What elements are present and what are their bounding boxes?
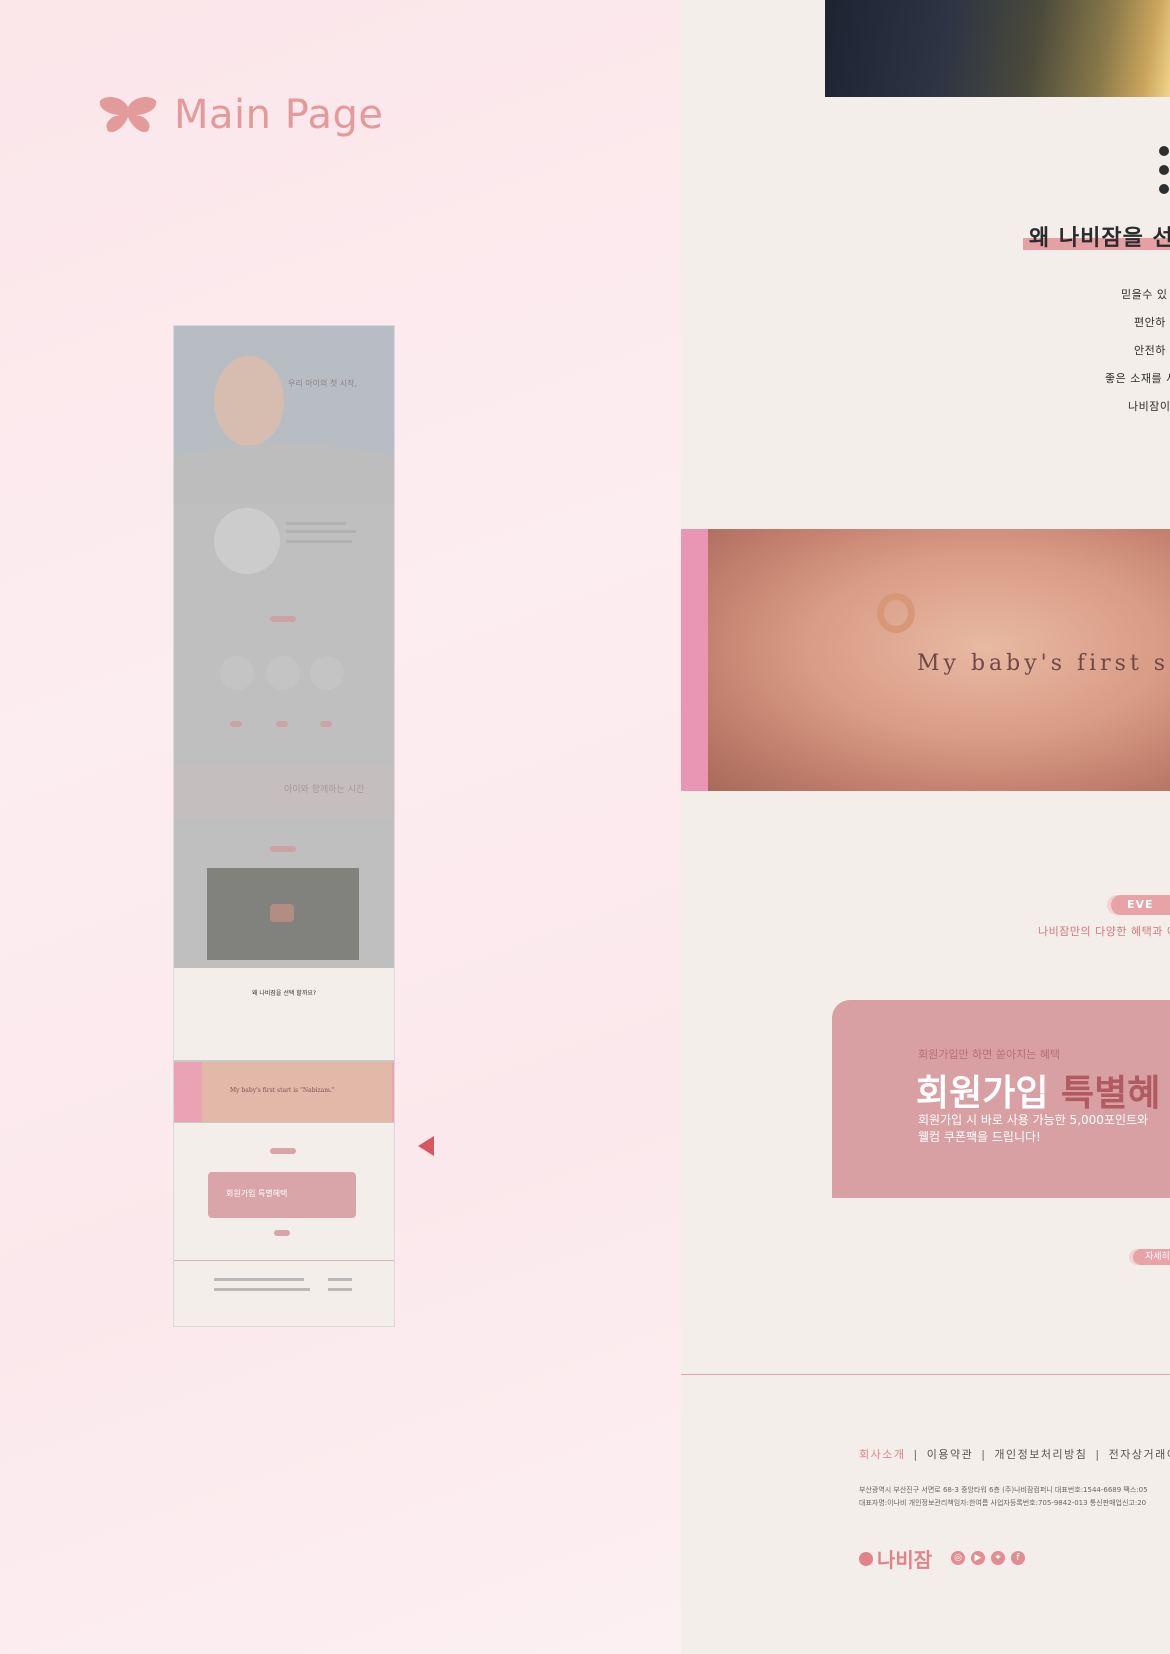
main-page-thumbnail[interactable]: 우리 아이의 첫 시작, 아이와 함께하는 시간 왜 나비잠을 선택 할까요? … [174, 326, 394, 1326]
vertical-dots-icon [1159, 146, 1170, 203]
page-title: Main Page [174, 92, 384, 138]
member-title-accent: 특별혜 [1061, 1073, 1161, 1114]
reason-item: 믿을수 있 [1121, 288, 1168, 301]
why-heading: 왜 나비잠을 선 [1023, 220, 1170, 251]
thumb-pill [274, 1230, 290, 1236]
detail-button[interactable]: 자세히 [1133, 1249, 1170, 1265]
reason-item: 안전하 [1134, 344, 1166, 357]
twitter-icon[interactable]: ✦ [991, 1551, 1005, 1565]
footer-logo[interactable]: 나비잠 [859, 1544, 932, 1573]
thumb-text-line [214, 1278, 304, 1281]
butterfly-icon [99, 97, 157, 133]
why-title: 왜 나비잠을 선 [1029, 226, 1170, 251]
event-subtitle: 나비잠만의 다양한 혜택과 이 [1038, 925, 1170, 938]
hands-banner: My baby's first s [681, 529, 1170, 791]
social-links: ◎ ▶ ✦ f [951, 1551, 1025, 1565]
video-photo [825, 0, 1170, 97]
member-title: 회원가입 특별혜 [916, 1064, 1160, 1116]
thumb-card-text: 회원가입 특별혜택 [226, 1189, 288, 1198]
thumb-text-line [214, 1288, 310, 1291]
thumb-pill [270, 1148, 296, 1154]
member-desc-line: 회원가입 시 바로 사용 가능한 5,000포인트와 [918, 1113, 1149, 1127]
thumb-cream-section [174, 968, 394, 1060]
youtube-icon[interactable]: ▶ [971, 1551, 985, 1565]
reason-item: 좋은 소재를 사 [1105, 372, 1170, 385]
right-panel: 왜 나비잠을 선 믿을수 있 편안하 안전하 좋은 소재를 사 나비잠이 My … [681, 0, 1170, 1654]
footer-link-ecommerce[interactable]: 전자상거래이 [1109, 1448, 1170, 1461]
footer-links: 회사소개|이용약관|개인정보처리방침|전자상거래이 [859, 1446, 1170, 1462]
member-title-main: 회원가입 [916, 1073, 1062, 1114]
member-desc-line: 웰컴 쿠폰팩을 드립니다! [918, 1130, 1041, 1144]
footer-info: 부산광역시 부산진구 서면로 68-3 중앙타워 6층 (주)나비잠컴퍼니 대표… [859, 1484, 1148, 1510]
left-panel: Main Page 우리 아이의 첫 시작, 아이와 함께하는 시간 왜 나비잠… [0, 0, 681, 1654]
event-pill: EVE [1111, 895, 1170, 915]
logo-mark-icon [859, 1551, 873, 1566]
thumb-text-line [328, 1278, 352, 1281]
thumb-overlay [174, 326, 394, 968]
thumb-cream-title: 왜 나비잠을 선택 할까요? [251, 990, 317, 997]
footer-info-line: 부산광역시 부산진구 서면로 68-3 중앙타워 6층 (주)나비잠컴퍼니 대표… [859, 1486, 1148, 1494]
brand-header: Main Page [98, 92, 384, 138]
thumb-hand-text: My baby's first start is "Nabizam." [230, 1087, 335, 1094]
footer-link-terms[interactable]: 이용약관 [927, 1448, 973, 1461]
ring [877, 593, 915, 633]
footer-info-line: 대표자명:이나비 개인정보관리책임자:한여름 사업자등록번호:705-9842-… [859, 1499, 1147, 1507]
footer-link-company[interactable]: 회사소개 [859, 1448, 905, 1461]
footer-link-privacy[interactable]: 개인정보처리방침 [994, 1448, 1087, 1461]
footer-logo-text: 나비잠 [877, 1548, 933, 1572]
collapse-arrow-icon[interactable] [418, 1136, 434, 1156]
reason-item: 편안하 [1134, 316, 1166, 329]
thumb-divider [174, 1260, 394, 1261]
member-small-text: 회원가입만 하면 쏟아지는 혜택 [918, 1048, 1061, 1061]
member-desc: 회원가입 시 바로 사용 가능한 5,000포인트와 웰컴 쿠폰팩을 드립니다! [918, 1112, 1148, 1146]
facebook-icon[interactable]: f [1011, 1551, 1025, 1565]
instagram-icon[interactable]: ◎ [951, 1551, 965, 1565]
thumb-text-line [328, 1288, 352, 1291]
footer-divider [681, 1374, 1170, 1375]
reason-item: 나비잠이 [1128, 400, 1170, 413]
member-benefit-card[interactable]: 회원가입만 하면 쏟아지는 혜택 회원가입 특별혜 회원가입 시 바로 사용 가… [832, 1000, 1170, 1198]
hands-banner-text: My baby's first s [917, 651, 1170, 676]
